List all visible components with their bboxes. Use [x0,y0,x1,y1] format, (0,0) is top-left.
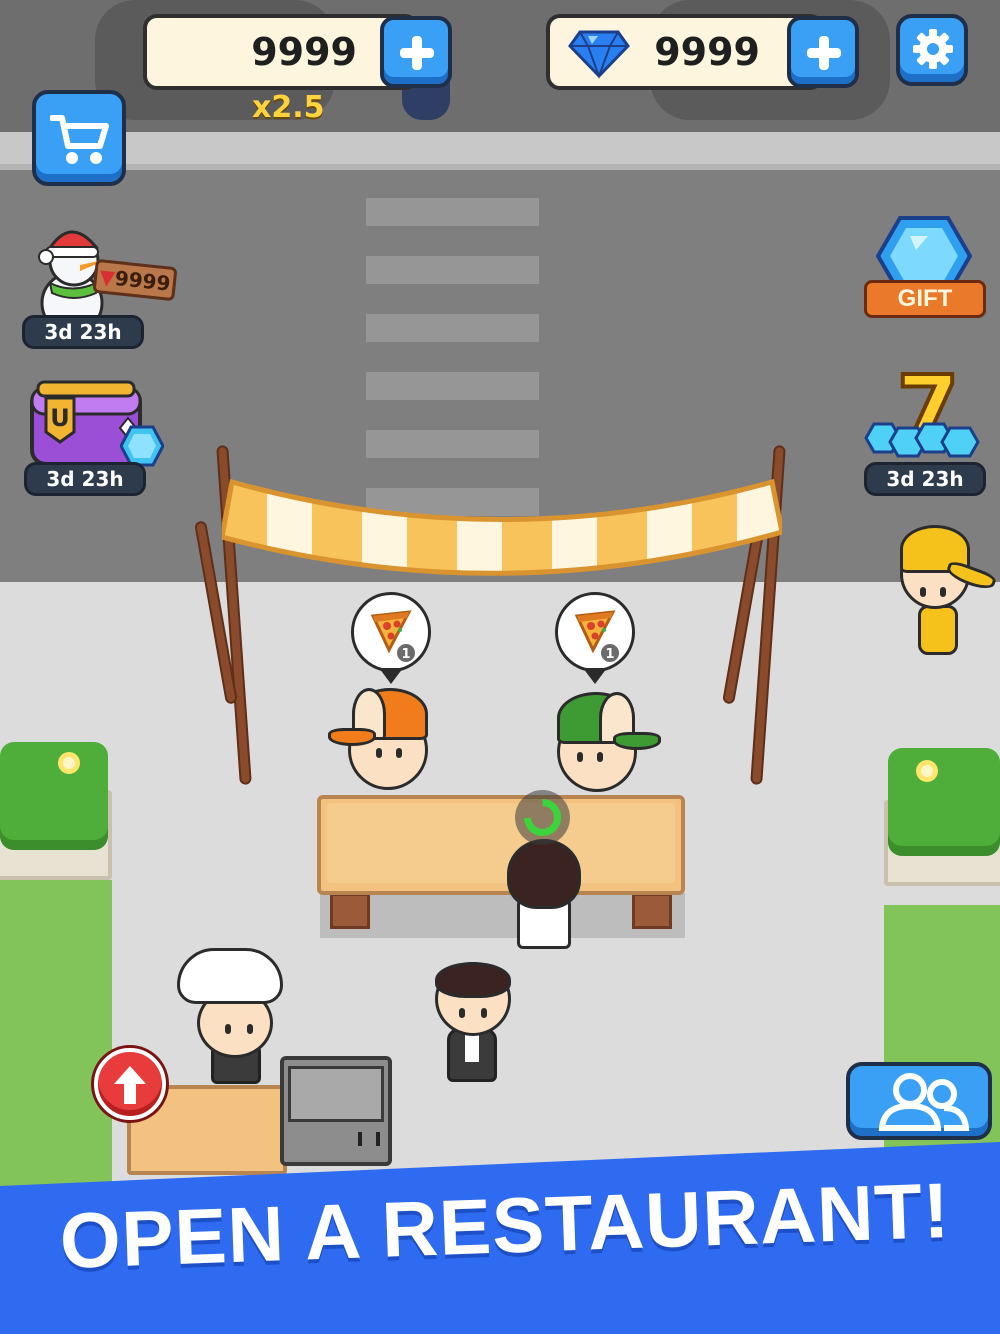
users-icon [872,1072,972,1132]
pedestrian-yellow-cap[interactable] [890,525,1000,665]
gem-value: 9999 [654,30,760,74]
waiter-hair [435,962,511,998]
flower-icon [916,760,938,782]
gift-label: GIFT [864,280,986,318]
coin-value: 9999 [251,30,357,74]
waiter-at-counter[interactable] [505,835,585,955]
event-timer: 3d 23h [22,315,144,349]
coin-counter: 9999 [143,14,419,90]
crosswalk-stripe [366,314,539,342]
cart-icon [49,112,110,168]
counter-leg [330,893,370,929]
staff-button[interactable] [846,1062,992,1140]
striped-awning [219,462,785,582]
order-bubble[interactable]: 1 [555,592,635,692]
crosswalk-stripe [366,256,539,284]
gift-button[interactable]: GIFT [862,214,988,322]
crosswalk-stripe [366,430,539,458]
bush-right [888,748,1000,856]
curb [0,132,1000,170]
snowman-event-button[interactable]: ▼9999 3d 23h [22,215,182,350]
shop-button[interactable] [32,90,126,186]
counter-leg [632,893,672,929]
customer-green-cap[interactable] [555,690,665,800]
gem-icon [568,26,630,80]
waiter-walking[interactable] [433,962,513,1092]
flower-icon [58,752,80,774]
income-multiplier: x2.5 [252,90,325,125]
upgrade-button[interactable] [94,1048,166,1120]
cap-visor [328,728,376,746]
order-bubble[interactable]: 1 [351,592,431,692]
chest-timer: 3d 23h [24,462,146,496]
add-gems-button[interactable] [787,16,859,88]
counter-surface [327,803,675,883]
add-coins-button[interactable] [380,16,452,88]
pedestrian-body [918,605,958,655]
counter-shadow [320,893,685,938]
cap-visor [613,732,661,750]
chef[interactable] [175,948,285,1086]
order-count-badge: 1 [395,642,417,664]
svg-text:U: U [50,404,70,432]
slot-seven-icon: 7 [862,355,988,466]
lucky-seven-button[interactable]: 7 3d 23h [862,355,988,498]
waiter-shirt [465,1032,479,1062]
order-count-badge: 1 [599,642,621,664]
waiter-hair [507,839,581,909]
chef-hat-icon [177,948,283,1004]
lucky-timer: 3d 23h [864,462,986,496]
event-sign-value: 9999 [113,265,172,296]
crosswalk-stripe [366,372,539,400]
chest-offer-button[interactable]: U 3d 23h [22,376,172,496]
crosswalk-stripe [366,198,539,226]
settings-button[interactable] [896,14,968,86]
customer-orange-cap[interactable] [328,688,440,798]
oven-window [288,1066,384,1122]
progress-ring [515,790,570,845]
arrow-up-icon [110,1062,150,1108]
bush-left [0,742,108,850]
gear-icon [912,28,954,70]
gem-counter: 9999 [546,14,824,90]
